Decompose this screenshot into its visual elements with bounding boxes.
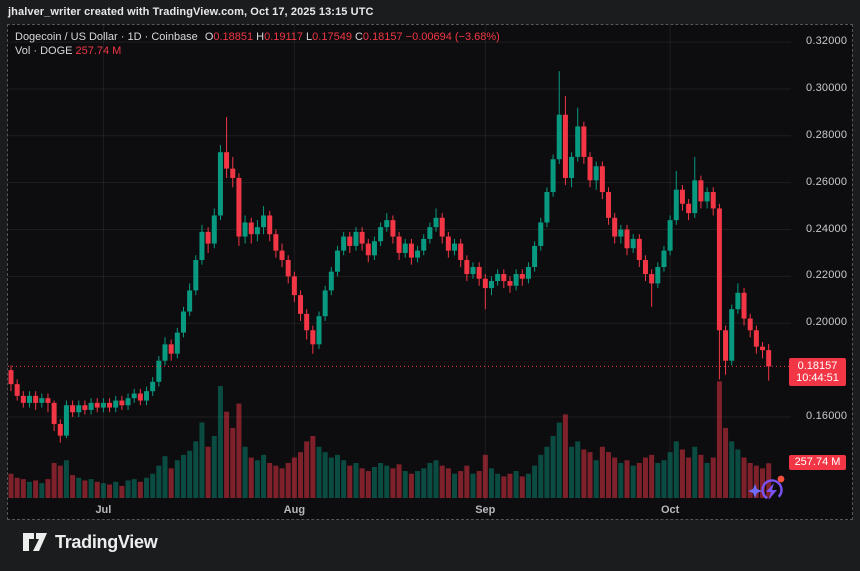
tradingview-brand-text: TradingView <box>55 532 157 553</box>
price-axis[interactable]: 0.32000 0.30000 0.28000 0.26000 0.24000 0.220… <box>791 25 853 521</box>
change-value: −0.00694 (−3.68%) <box>406 31 500 43</box>
price-tick-label: 0.20000 <box>806 316 847 328</box>
legend-ohlc-row: Dogecoin / US Dollar · 1D · CoinbaseO0.1… <box>15 30 500 44</box>
price-tick-label: 0.28000 <box>806 129 847 141</box>
candlestick-plot[interactable] <box>8 25 791 503</box>
price-tick-label: 0.24000 <box>806 223 847 235</box>
current-price-value: 0.18157 <box>789 360 846 372</box>
current-volume-value: 257.74 M <box>795 456 841 468</box>
close-label: C <box>355 31 363 43</box>
attribution-text: jhalver_writer created with TradingView.… <box>8 6 374 18</box>
tradingview-snapshot: jhalver_writer created with TradingView.… <box>0 0 860 571</box>
time-tick-oct: Oct <box>653 504 687 516</box>
time-tick-aug: Aug <box>277 504 311 516</box>
price-tick-label: 0.32000 <box>806 35 847 47</box>
current-volume-badge: 257.74 M <box>789 455 846 470</box>
price-tick-label: 0.22000 <box>806 269 847 281</box>
price-tick-label: 0.30000 <box>806 82 847 94</box>
boost-lightning-icon[interactable] <box>746 471 790 513</box>
current-price-badge: 0.18157 10:44:51 <box>789 358 846 386</box>
open-value: 0.18851 <box>213 31 253 43</box>
bar-countdown: 10:44:51 <box>789 372 846 384</box>
high-label: H <box>256 31 264 43</box>
high-value: 0.19117 <box>264 31 303 43</box>
volume-label: Vol · DOGE <box>15 45 72 57</box>
symbol-legend: Dogecoin / US Dollar · 1D · CoinbaseO0.1… <box>15 30 500 58</box>
chart-panel: Dogecoin / US Dollar · 1D · CoinbaseO0.1… <box>7 24 853 520</box>
time-tick-sep: Sep <box>468 504 502 516</box>
close-value: 0.18157 <box>363 31 403 43</box>
tradingview-logo[interactable]: TradingView <box>22 531 157 553</box>
price-tick-label: 0.16000 <box>806 410 847 422</box>
tradingview-logo-icon <box>22 531 48 553</box>
legend-volume-row: Vol · DOGE257.74 M <box>15 44 500 58</box>
time-tick-jul: Jul <box>86 504 120 516</box>
low-value: 0.17549 <box>312 31 352 43</box>
symbol-title: Dogecoin / US Dollar · 1D · Coinbase <box>15 31 198 43</box>
volume-value: 257.74 M <box>75 45 121 57</box>
price-tick-label: 0.26000 <box>806 176 847 188</box>
